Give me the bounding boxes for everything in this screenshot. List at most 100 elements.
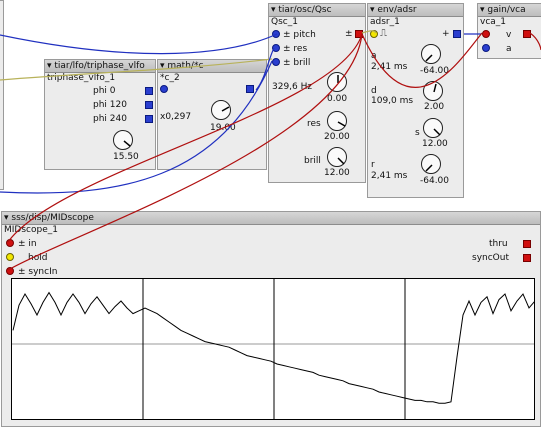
qsc-res-value: 20.00 bbox=[324, 132, 350, 142]
qsc-object[interactable]: ▾ tiar/osc/Qsc Qsc_1 ± pitch ± res ± bri… bbox=[268, 3, 366, 183]
scope-title: sss/disp/MIDscope bbox=[11, 213, 94, 223]
qsc-instance: Qsc_1 bbox=[271, 17, 298, 27]
lfo-object[interactable]: ▾ tiar/lfo/triphase_vlfo triphase_vlfo_1… bbox=[44, 59, 156, 170]
adsr-d-label: d bbox=[371, 86, 377, 96]
lfo-out-phi240[interactable] bbox=[145, 115, 153, 123]
knob-pointer-icon bbox=[123, 140, 131, 147]
knob-pointer-icon bbox=[221, 106, 230, 112]
scope-out-syncout[interactable] bbox=[523, 254, 531, 262]
scope-in-label-hold: hold bbox=[28, 253, 48, 263]
adsr-s-knob[interactable] bbox=[423, 118, 443, 138]
mathc-header[interactable]: ▾ math/*c bbox=[158, 60, 266, 73]
adsr-header[interactable]: ▾ env/adsr bbox=[368, 4, 463, 17]
lfo-out-phi120[interactable] bbox=[145, 101, 153, 109]
lfo-instance: triphase_vlfo_1 bbox=[47, 73, 116, 83]
adsr-a-label: a bbox=[371, 51, 377, 61]
mathc-knob-value: 19.00 bbox=[210, 123, 236, 133]
adsr-s-label: s bbox=[415, 128, 420, 138]
adsr-instance: adsr_1 bbox=[370, 17, 400, 27]
vca-object[interactable]: ▾ gain/vca vca_1 v a bbox=[477, 3, 541, 59]
adsr-d-value: 109,0 ms bbox=[371, 96, 414, 106]
knob-pointer-icon bbox=[337, 75, 339, 83]
mathc-object[interactable]: ▾ math/*c *c_2 x0,297 19.00 bbox=[157, 59, 267, 170]
adsr-a-value: 2,41 ms bbox=[371, 62, 408, 72]
adsr-d-knob-value: 2.00 bbox=[424, 102, 445, 112]
lfo-title: tiar/lfo/triphase_vlfo bbox=[54, 61, 145, 71]
scope-instance: MIDscope_1 bbox=[4, 225, 58, 235]
knob-pointer-icon bbox=[425, 164, 433, 172]
scope-in-in[interactable] bbox=[6, 239, 14, 247]
adsr-a-knob[interactable] bbox=[421, 44, 441, 64]
scope-in-label-in: ± in bbox=[18, 239, 37, 249]
lfo-rate-value: 15.50 bbox=[113, 152, 139, 162]
qsc-in-label-res: ± res bbox=[283, 44, 308, 54]
scope-out-label-syncout: syncOut bbox=[472, 253, 509, 263]
scope-in-label-syncin: ± syncIn bbox=[18, 267, 58, 277]
lfo-out-label-2: phi 240 bbox=[93, 114, 127, 124]
qsc-in-label-pitch: ± pitch bbox=[283, 30, 316, 40]
vca-in-v-label: v bbox=[506, 30, 512, 40]
mathc-input[interactable] bbox=[160, 85, 168, 93]
adsr-d-knob[interactable] bbox=[423, 81, 443, 101]
knob-pointer-icon bbox=[337, 157, 345, 165]
vca-in-v[interactable] bbox=[482, 30, 490, 38]
qsc-header[interactable]: ▾ tiar/osc/Qsc bbox=[269, 4, 365, 17]
scope-out-label-thru: thru bbox=[489, 239, 508, 249]
lfo-rate-knob[interactable] bbox=[113, 130, 133, 150]
vca-instance: vca_1 bbox=[480, 17, 507, 27]
mathc-output[interactable] bbox=[246, 85, 254, 93]
qsc-pitch-knob[interactable] bbox=[327, 72, 347, 92]
qsc-out-label: ± bbox=[345, 29, 353, 39]
adsr-output[interactable] bbox=[453, 30, 461, 38]
qsc-brill-label: brill bbox=[304, 156, 321, 166]
qsc-in-brill[interactable] bbox=[272, 58, 280, 66]
gate-pulse-icon: ⎍ bbox=[380, 28, 387, 39]
vca-output[interactable] bbox=[523, 30, 531, 38]
blue-cable bbox=[0, 33, 278, 55]
knob-pointer-icon bbox=[433, 83, 437, 93]
qsc-frequency: 329,6 Hz bbox=[272, 82, 313, 92]
qsc-pitch-value: 0.00 bbox=[327, 94, 348, 104]
adsr-s-knob-value: 12.00 bbox=[422, 139, 448, 149]
adsr-gate-input[interactable] bbox=[370, 30, 378, 38]
mathc-knob[interactable] bbox=[211, 100, 231, 120]
qsc-brill-value: 12.00 bbox=[324, 168, 350, 178]
vca-in-a[interactable] bbox=[482, 44, 490, 52]
partial-object-left bbox=[0, 0, 4, 190]
vca-title: gain/vca bbox=[487, 5, 526, 15]
scope-in-hold[interactable] bbox=[6, 253, 14, 261]
vca-header[interactable]: ▾ gain/vca bbox=[478, 4, 541, 17]
adsr-title: env/adsr bbox=[377, 5, 417, 15]
mathc-instance: *c_2 bbox=[160, 73, 180, 83]
adsr-object[interactable]: ▾ env/adsr adsr_1 ⎍ + a 2,41 ms -64.00 d… bbox=[367, 3, 464, 198]
qsc-res-label: res bbox=[307, 119, 321, 129]
qsc-res-knob[interactable] bbox=[327, 111, 347, 131]
scope-out-thru[interactable] bbox=[523, 240, 531, 248]
adsr-r-knob-value: -64.00 bbox=[420, 176, 450, 186]
adsr-out-label: + bbox=[442, 29, 450, 39]
lfo-out-phi0[interactable] bbox=[145, 87, 153, 95]
qsc-in-label-brill: ± brill bbox=[283, 58, 311, 68]
qsc-title: tiar/osc/Qsc bbox=[278, 5, 332, 15]
vca-in-a-label: a bbox=[506, 44, 512, 54]
knob-pointer-icon bbox=[425, 54, 433, 62]
lfo-out-label-0: phi 0 bbox=[93, 86, 116, 96]
knob-pointer-icon bbox=[433, 128, 441, 136]
qsc-in-pitch[interactable] bbox=[272, 30, 280, 38]
qsc-in-res[interactable] bbox=[272, 44, 280, 52]
knob-pointer-icon bbox=[337, 121, 346, 127]
adsr-r-knob[interactable] bbox=[421, 154, 441, 174]
scope-in-syncin[interactable] bbox=[6, 267, 14, 275]
scope-header[interactable]: ▾ sss/disp/MIDscope bbox=[2, 212, 540, 225]
mathc-value: x0,297 bbox=[160, 112, 192, 122]
qsc-brill-knob[interactable] bbox=[327, 147, 347, 167]
adsr-r-value: 2,41 ms bbox=[371, 171, 408, 181]
lfo-out-label-1: phi 120 bbox=[93, 100, 127, 110]
scope-object[interactable]: ▾ sss/disp/MIDscope MIDscope_1 ± in hold… bbox=[1, 211, 541, 427]
adsr-a-knob-value: -64.00 bbox=[420, 66, 450, 76]
mathc-title: math/*c bbox=[167, 61, 204, 71]
scope-display bbox=[11, 278, 535, 420]
lfo-header[interactable]: ▾ tiar/lfo/triphase_vlfo bbox=[45, 60, 155, 73]
adsr-r-label: r bbox=[371, 160, 375, 170]
qsc-output[interactable] bbox=[355, 30, 363, 38]
